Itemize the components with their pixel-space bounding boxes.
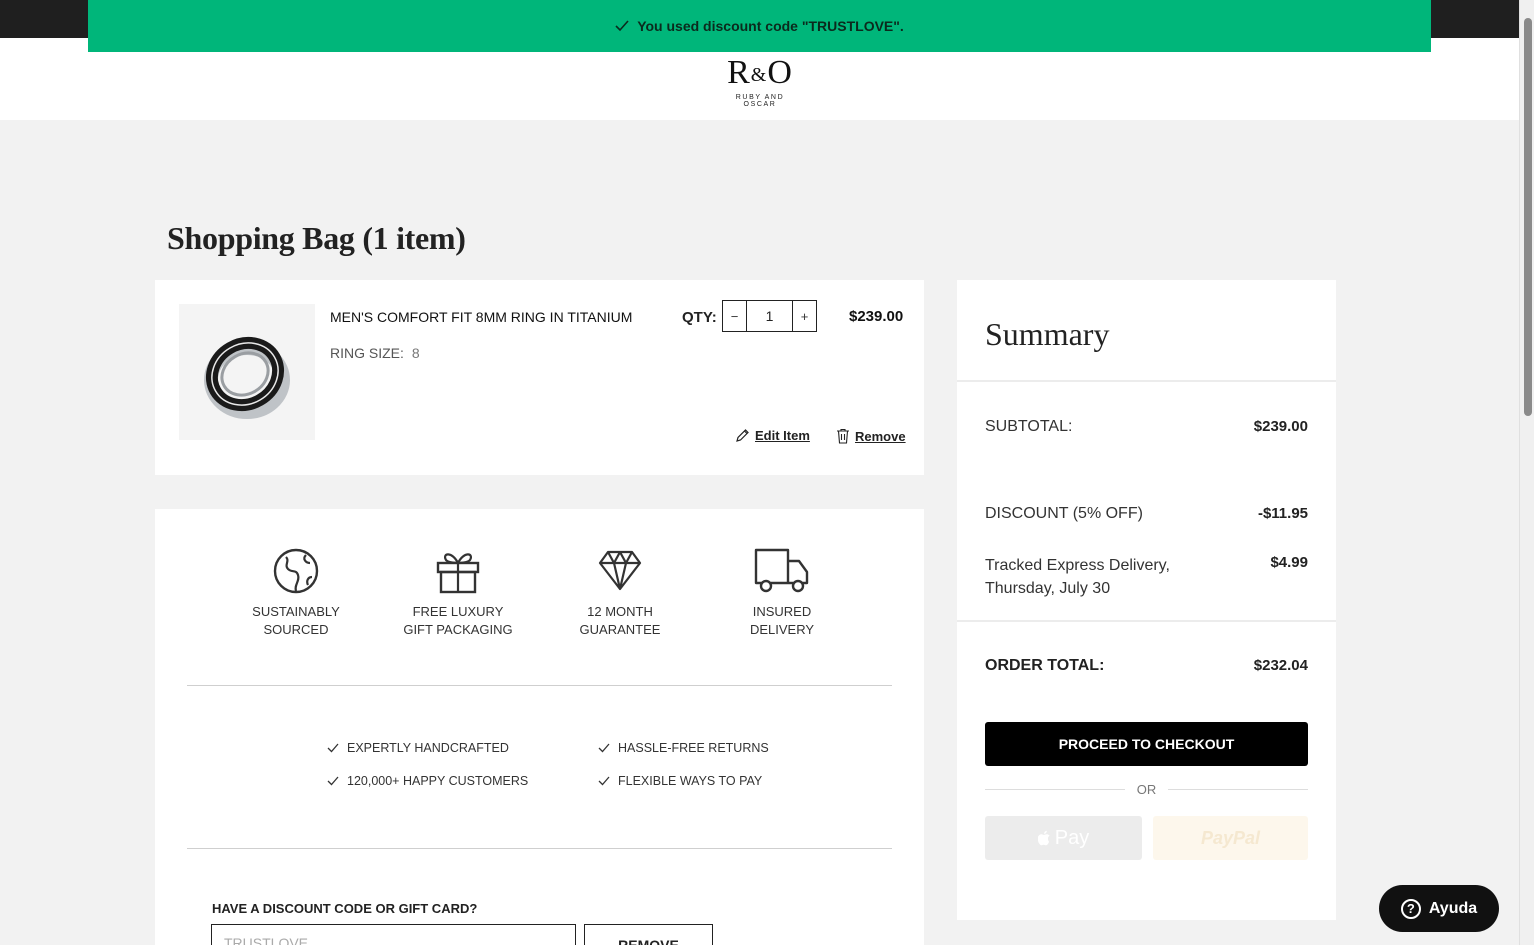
feature-guarantee: 12 MONTH GUARANTEE [550, 547, 690, 639]
delivery-date: Thursday, July 30 [985, 580, 1111, 597]
subtotal-row: SUBTOTAL: $239.00 [985, 418, 1308, 436]
truck-icon [754, 548, 809, 593]
feature-sustainably-sourced: SUSTAINABLY SOURCED [226, 547, 366, 639]
apple-icon [1037, 830, 1050, 846]
order-total-value: $232.04 [1253, 657, 1308, 674]
help-button[interactable]: ? Ayuda [1379, 885, 1499, 932]
or-line [985, 789, 1125, 790]
check-label: HASSLE-FREE RETURNS [618, 741, 769, 755]
edit-item-link[interactable]: Edit Item [735, 428, 810, 443]
discount-value: -$11.95 [1257, 505, 1308, 522]
feature-line1: INSURED [752, 604, 812, 619]
discount-label: DISCOUNT (5% OFF) [985, 505, 1143, 522]
discount-code-input[interactable]: TRUSTLOVE [211, 924, 576, 945]
feature-line2: GIFT PACKAGING [403, 622, 513, 637]
question-icon: ? [1400, 898, 1421, 919]
order-total-row: ORDER TOTAL: $232.04 [985, 657, 1308, 675]
cart-item-card: MEN'S COMFORT FIT 8MM RING IN TITANIUM R… [155, 280, 924, 475]
or-label: OR [1136, 782, 1157, 797]
logo-ampersand: & [750, 64, 768, 86]
subtotal-label: SUBTOTAL: [985, 418, 1073, 435]
ring-size-value: 8 [411, 345, 420, 361]
feature-line2: SOURCED [263, 622, 329, 637]
check-item: HASSLE-FREE RETURNS [598, 741, 769, 755]
check-icon [615, 20, 629, 32]
delivery-method: Tracked Express Delivery, [985, 557, 1170, 574]
proceed-to-checkout-button[interactable]: PROCEED TO CHECKOUT [985, 722, 1308, 766]
benefits-card: SUSTAINABLY SOURCED FREE LUXURY GIFT PACKA… [155, 509, 924, 945]
check-icon [327, 776, 339, 786]
or-line [1168, 789, 1308, 790]
summary-divider [957, 620, 1336, 622]
remove-item-label: Remove [855, 428, 906, 444]
ring-image [204, 336, 290, 419]
qty-decrease-button[interactable]: − [723, 301, 747, 331]
scrollbar-thumb[interactable] [1524, 18, 1532, 416]
product-image[interactable] [179, 304, 315, 440]
ring-size: RING SIZE: 8 [330, 345, 420, 361]
check-label: FLEXIBLE WAYS TO PAY [618, 774, 763, 788]
site-logo[interactable]: R&O RUBY AND OSCAR [718, 56, 802, 109]
discount-code-label: HAVE A DISCOUNT CODE OR GIFT CARD? [212, 901, 478, 916]
feature-line2: DELIVERY [749, 622, 815, 637]
page-scrollbar[interactable] [1519, 0, 1534, 945]
feature-line1: 12 MONTH [587, 604, 653, 619]
trash-icon [837, 428, 849, 444]
delivery-row: Tracked Express Delivery, Thursday, July … [985, 554, 1308, 600]
check-item: EXPERTLY HANDCRAFTED [327, 741, 509, 755]
order-summary: Summary SUBTOTAL: $239.00 DISCOUNT (5% O… [957, 280, 1336, 920]
check-label: EXPERTLY HANDCRAFTED [347, 741, 509, 755]
check-icon [598, 743, 610, 753]
check-item: 120,000+ HAPPY CUSTOMERS [327, 774, 528, 788]
help-label: Ayuda [1428, 899, 1478, 917]
qty-increase-button[interactable]: + [792, 301, 816, 331]
feature-line2: GUARANTEE [579, 622, 661, 637]
logo-wordmark: RUBY AND OSCAR [735, 94, 785, 108]
logo-letter-r: R [727, 54, 751, 91]
product-name[interactable]: MEN'S COMFORT FIT 8MM RING IN TITANIUM [330, 309, 632, 325]
apple-pay-label: Pay [1054, 826, 1090, 849]
paypal-button[interactable]: PayPal [1153, 816, 1308, 860]
logo-mark: R&O [718, 56, 802, 92]
qty-label: QTY: [682, 309, 717, 326]
delivery-value: $4.99 [1270, 554, 1308, 571]
check-icon [327, 743, 339, 753]
or-separator: OR [985, 782, 1308, 797]
discount-row: DISCOUNT (5% OFF) -$11.95 [985, 505, 1308, 523]
edit-item-label: Edit Item [755, 428, 810, 443]
check-item: FLEXIBLE WAYS TO PAY [598, 774, 762, 788]
ring-size-label: RING SIZE: [330, 345, 404, 361]
discount-success-banner: You used discount code "TRUSTLOVE". [88, 0, 1431, 52]
pencil-icon [736, 429, 749, 442]
check-label: 120,000+ HAPPY CUSTOMERS [347, 774, 529, 788]
summary-title: Summary [985, 316, 1110, 352]
remove-discount-button[interactable]: REMOVE [584, 924, 713, 945]
gift-icon [436, 553, 480, 594]
page-title: Shopping Bag (1 item) [167, 220, 466, 256]
order-total-label: ORDER TOTAL: [985, 657, 1105, 674]
globe-icon [273, 548, 319, 594]
summary-divider [957, 380, 1336, 382]
quantity-stepper: − 1 + [722, 300, 817, 332]
feature-line1: FREE LUXURY [412, 604, 504, 619]
banner-message: You used discount code "TRUSTLOVE". [637, 18, 904, 34]
apple-pay-button[interactable]: Pay [985, 816, 1142, 860]
qty-value[interactable]: 1 [747, 301, 792, 331]
feature-insured-delivery: INSURED DELIVERY [712, 547, 852, 639]
item-price: $239.00 [849, 308, 904, 325]
diamond-icon [598, 550, 642, 591]
divider [187, 848, 892, 849]
check-icon [598, 776, 610, 786]
logo-letter-o: O [767, 54, 793, 91]
divider [187, 685, 892, 686]
remove-item-link[interactable]: Remove [836, 428, 906, 444]
delivery-label: Tracked Express Delivery, Thursday, July … [985, 554, 1170, 600]
subtotal-value: $239.00 [1253, 418, 1308, 435]
feature-line1: SUSTAINABLY [252, 604, 340, 619]
feature-gift-packaging: FREE LUXURY GIFT PACKAGING [388, 547, 528, 639]
